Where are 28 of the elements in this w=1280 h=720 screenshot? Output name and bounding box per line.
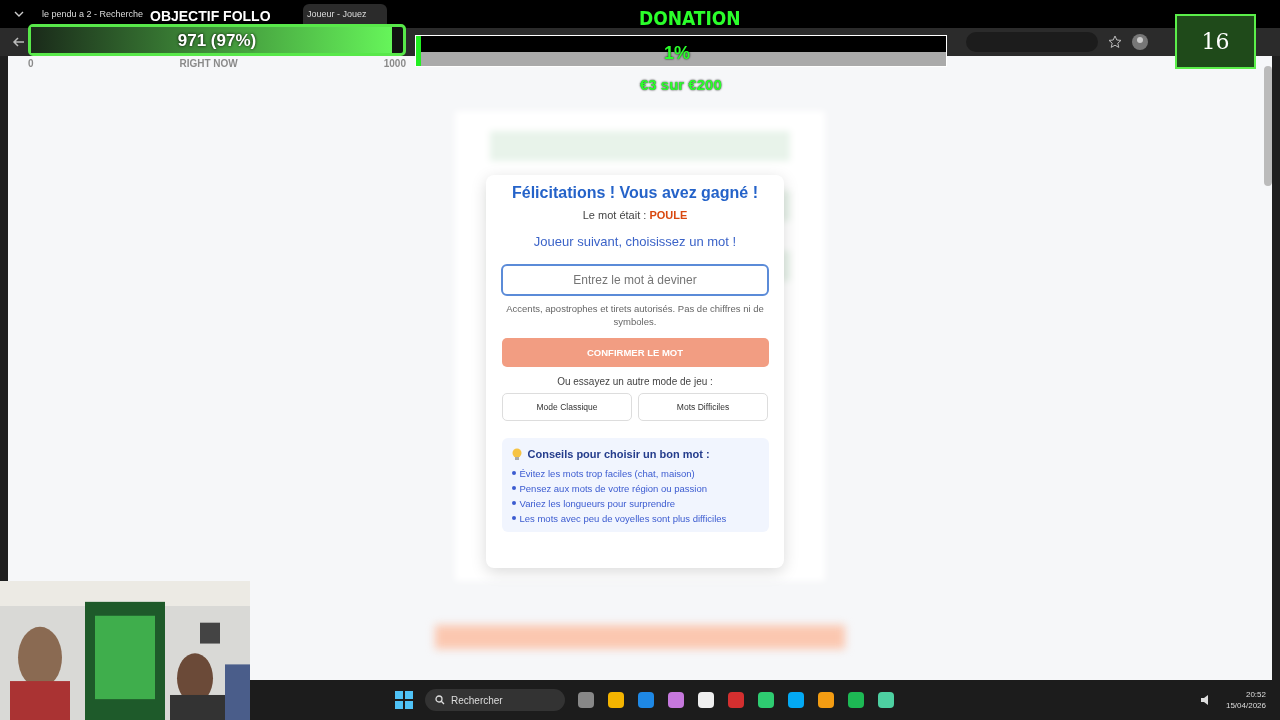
goal-now: RIGHT NOW xyxy=(179,58,238,69)
donation-title: DONATION xyxy=(639,7,741,29)
tip-text: Les mots avec peu de voyelles sont plus difficiles xyxy=(519,512,727,524)
donation-amount: €3 sur €200 xyxy=(640,76,722,93)
goal-title: OBJECTIF FOLLO xyxy=(150,8,271,24)
clock-date: 15/04/2026 xyxy=(1225,701,1266,710)
browser-tab[interactable]: Joueur - Jouez xyxy=(303,4,387,24)
goal-reading: 971 (97%) xyxy=(176,31,258,51)
mode-button[interactable]: Mots Difficiles xyxy=(638,392,768,421)
hint-text: Accents, apostrophes et tirets autorisés. Pas de chiffres ni de symboles. xyxy=(505,302,765,329)
answer-word: POULE xyxy=(649,209,688,221)
tip-text: Pensez aux mots de votre région ou passion xyxy=(519,482,707,494)
clock-time: 20:52 xyxy=(1245,690,1266,699)
mode-button[interactable]: Mode Classique xyxy=(502,392,632,421)
dialog-title: Félicitations ! Vous avez gagné ! xyxy=(512,184,758,202)
goal-max: 1000 xyxy=(383,58,406,69)
search-placeholder: Rechercher xyxy=(451,694,503,706)
counter-badge: 16 xyxy=(1175,14,1256,69)
browser-tab[interactable]: le pendu a 2 - Recherche xyxy=(38,4,148,24)
prompt-text: Joueur suivant, choisissez un mot ! xyxy=(533,234,737,249)
tip-text: Variez les longueurs pour surprendre xyxy=(519,497,676,509)
word-input[interactable]: Entrez le mot à deviner xyxy=(501,264,769,296)
goal-min: 0 xyxy=(28,58,34,69)
result-label: Le mot était : xyxy=(582,209,647,221)
tip-text: Évitez les mots trop faciles (chat, maison) xyxy=(519,467,695,479)
tips-title: Conseils pour choisir un bon mot : xyxy=(527,448,710,461)
taskbar-search[interactable]: Rechercher xyxy=(425,689,565,711)
mode-label: Ou essayez un autre mode de jeu : xyxy=(557,375,713,387)
